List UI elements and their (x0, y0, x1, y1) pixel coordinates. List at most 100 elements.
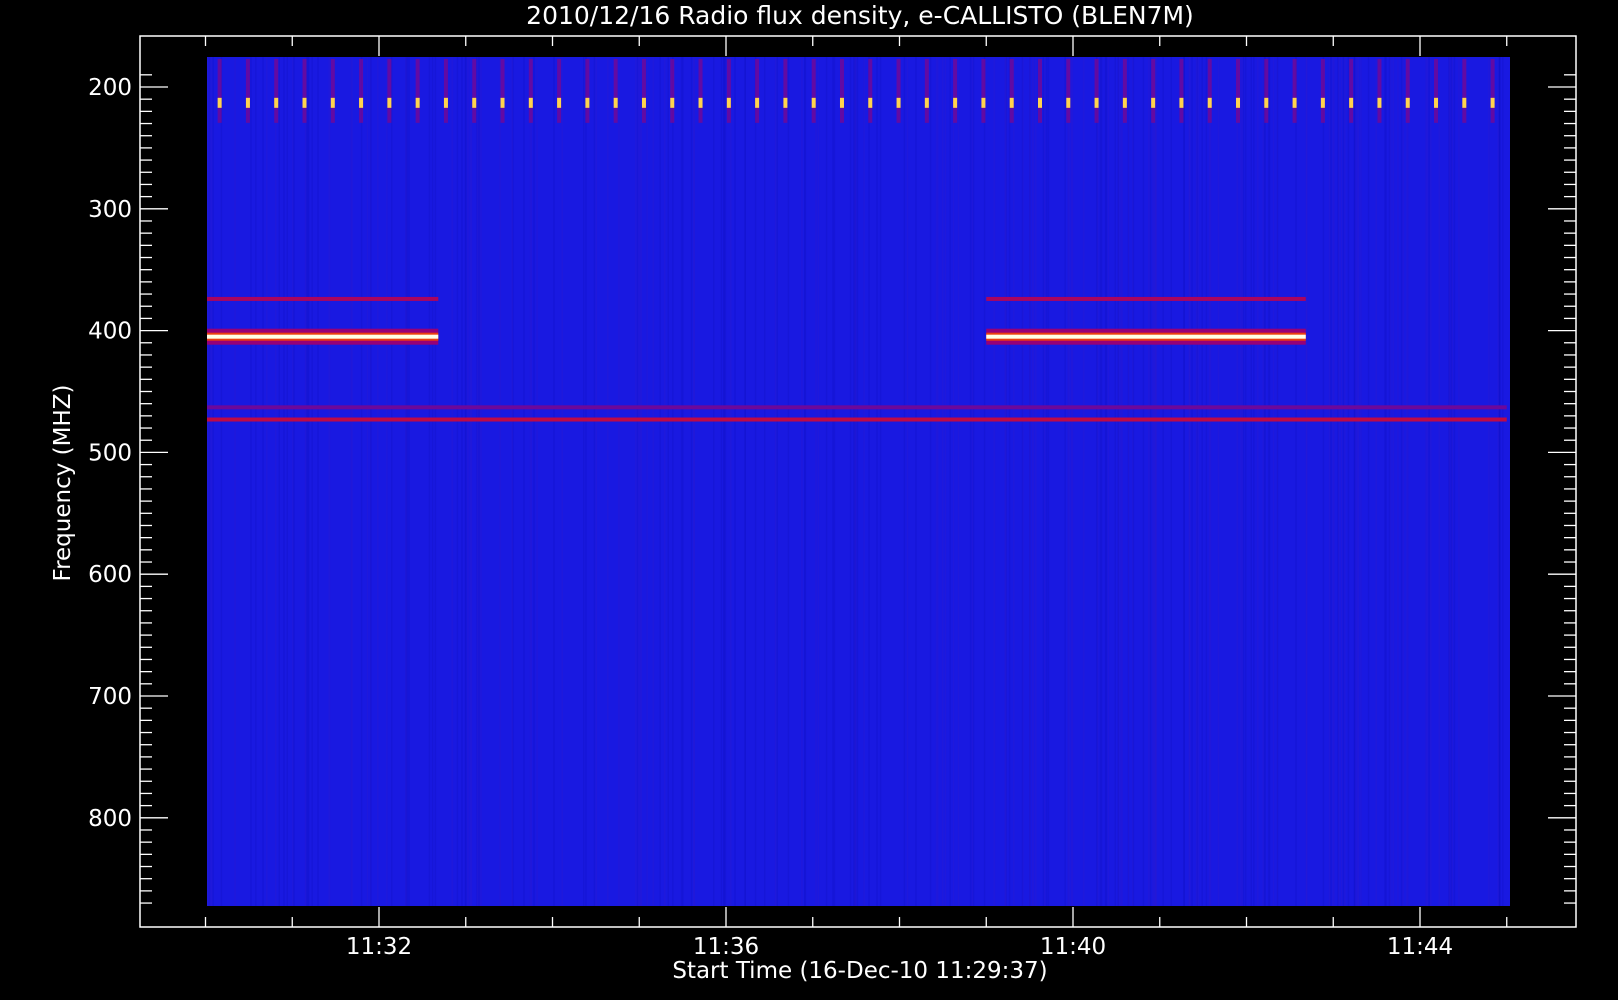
noise-streak (1340, 57, 1343, 906)
noise-streak (476, 57, 479, 906)
spike-trail (585, 59, 590, 123)
noise-streak (1032, 57, 1035, 906)
spike-burst (217, 97, 222, 108)
noise-streak (1188, 57, 1191, 906)
noise-streak (1367, 57, 1370, 906)
noise-streak (255, 57, 257, 906)
noise-streak (640, 57, 642, 906)
spike-trail (274, 59, 279, 123)
spike-trail (1264, 59, 1269, 123)
noise-streak (1197, 57, 1200, 906)
noise-streak (304, 57, 307, 906)
y-tick-label: 800 (88, 806, 132, 832)
noise-streak (801, 57, 803, 906)
spike-trail (783, 59, 788, 123)
spike-trail (415, 59, 420, 123)
spectrogram-plot-area (207, 57, 1510, 906)
noise-streak (1195, 57, 1198, 906)
noise-streak (734, 57, 736, 906)
spike-trail (1434, 59, 1439, 123)
noise-streak (1183, 57, 1185, 906)
noise-streak (856, 57, 859, 906)
x-tick-label: 11:36 (693, 934, 759, 960)
spike-burst (528, 97, 533, 108)
noise-streak (1132, 57, 1135, 906)
noise-streak (1400, 57, 1403, 906)
noise-streak (906, 57, 909, 906)
noise-streak (1392, 57, 1395, 906)
noise-streak (451, 57, 454, 906)
noise-streak (1250, 57, 1252, 906)
noise-streak (428, 57, 431, 906)
noise-streak (1142, 57, 1145, 906)
noise-streak (370, 57, 372, 906)
y-tick-label: 500 (88, 440, 132, 466)
noise-streak (456, 57, 459, 906)
noise-streak (971, 57, 974, 906)
noise-streak (1236, 57, 1239, 906)
spike-burst (1122, 97, 1127, 108)
y-tick-label: 300 (88, 197, 132, 223)
noise-streak (1013, 57, 1015, 906)
noise-streak (1208, 57, 1211, 906)
noise-streak (941, 57, 944, 906)
y-tick-label: 600 (88, 562, 132, 588)
noise-streak (879, 57, 882, 906)
noise-streak (815, 57, 817, 906)
spike-burst (330, 97, 335, 108)
noise-streak (391, 57, 393, 906)
feature-band (986, 296, 1306, 301)
spike-burst (557, 97, 562, 108)
noise-streak (408, 57, 410, 906)
noise-streak (713, 57, 715, 906)
noise-streak (1353, 57, 1356, 906)
y-axis-label: Frequency (MHZ) (50, 385, 76, 582)
noise-streak (672, 57, 674, 906)
noise-streak (635, 57, 637, 906)
noise-streak (431, 57, 434, 906)
noise-streak (1448, 57, 1450, 906)
noise-streak (1170, 57, 1172, 906)
feature-band (207, 296, 439, 301)
noise-streak (286, 57, 288, 906)
spike-trail (1207, 59, 1212, 123)
noise-streak (1217, 57, 1220, 906)
noise-streak (464, 57, 467, 906)
noise-streak (1042, 57, 1045, 906)
noise-streak (957, 57, 960, 906)
noise-streak (1332, 57, 1334, 906)
noise-streak (250, 57, 252, 906)
noise-streak (283, 57, 285, 906)
spike-burst (868, 97, 873, 108)
spike-trail (387, 59, 392, 123)
spike-trail (1377, 59, 1382, 123)
feature-band (986, 334, 1306, 339)
noise-streak (1402, 57, 1404, 906)
noise-streak (1276, 57, 1279, 906)
spike-burst (896, 97, 901, 108)
noise-streak (1240, 57, 1242, 906)
noise-streak (868, 57, 870, 906)
spike-burst (245, 97, 250, 108)
noise-streak (1242, 57, 1245, 906)
noise-streak (1430, 57, 1432, 906)
x-tick-label: 11:40 (1040, 934, 1106, 960)
noise-streak (360, 57, 363, 906)
noise-streak (774, 57, 777, 906)
noise-streak (1201, 57, 1203, 906)
noise-streak (1022, 57, 1024, 906)
noise-streak (720, 57, 723, 906)
noise-streak (262, 57, 264, 906)
noise-streak (853, 57, 855, 906)
spike-trail (1320, 59, 1325, 123)
spike-trail (359, 59, 364, 123)
spike-burst (1037, 97, 1042, 108)
noise-streak (317, 57, 319, 906)
spike-trail (896, 59, 901, 123)
noise-streak (212, 57, 214, 906)
noise-streak (663, 57, 666, 906)
spike-burst (981, 97, 986, 108)
noise-streak (855, 57, 857, 906)
noise-streak (499, 57, 501, 906)
spike-trail (670, 59, 675, 123)
